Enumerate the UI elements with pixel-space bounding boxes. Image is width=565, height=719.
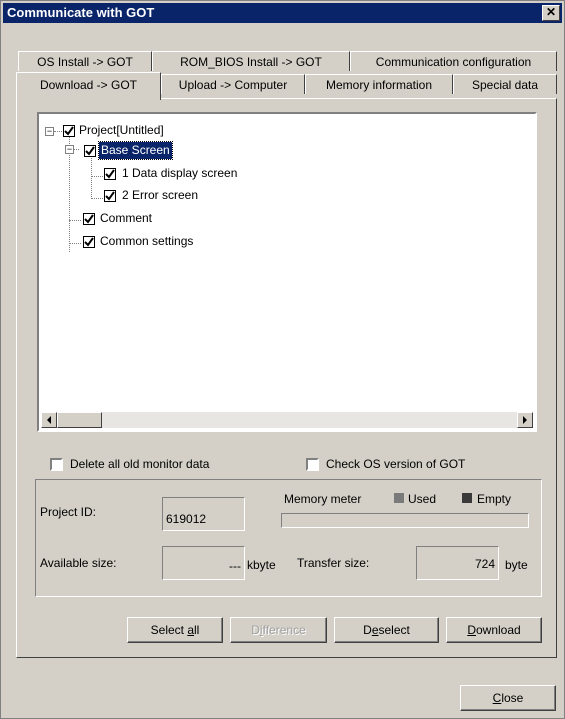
check-os-checkbox[interactable] <box>306 458 319 471</box>
tree-horizontal-scrollbar[interactable] <box>41 412 533 428</box>
available-size-field: --- <box>162 546 245 580</box>
close-window-icon[interactable]: ✕ <box>542 5 560 21</box>
project-id-value: 619012 <box>166 512 207 526</box>
close-button[interactable]: Close <box>460 685 556 711</box>
tab-download-got[interactable]: Download -> GOT <box>16 72 161 100</box>
available-size-value: --- <box>229 559 241 573</box>
close-label-b: lose <box>501 691 524 705</box>
difference-label-a: D <box>251 623 260 637</box>
project-tree[interactable]: − − Project[Untitled] Base Screen 1 Data… <box>37 112 537 432</box>
scroll-thumb[interactable] <box>57 412 102 428</box>
tree-node-label: Common settings <box>100 234 194 248</box>
download-label-b: ownload <box>475 623 521 637</box>
available-size-label: Available size: <box>40 556 117 570</box>
comment-checkbox-icon[interactable] <box>83 213 95 225</box>
project-id-field: 619012 <box>162 497 245 531</box>
select-all-button[interactable]: Select all <box>127 617 223 643</box>
window-title: Communicate with GOT <box>7 5 155 20</box>
transfer-size-label: Transfer size: <box>297 556 370 570</box>
memory-meter-bar <box>281 513 529 528</box>
tree-node-label: 1 Data display screen <box>122 166 238 180</box>
base-screen-checkbox-icon[interactable] <box>84 145 96 157</box>
scroll-right-icon[interactable] <box>517 412 533 428</box>
tab-upload-computer[interactable]: Upload -> Computer <box>161 74 305 94</box>
empty-legend-label: Empty <box>477 492 512 506</box>
delete-old-label: Delete all old monitor data <box>70 457 210 471</box>
tree-node-label: Project[Untitled] <box>79 123 164 137</box>
tab-special-data[interactable]: Special data <box>453 74 557 94</box>
tab-memory-information[interactable]: Memory information <box>305 74 453 94</box>
deselect-label-b: select <box>378 623 410 637</box>
project-collapse-icon[interactable]: − <box>45 127 54 136</box>
deselect-button[interactable]: Deselect <box>334 617 439 643</box>
scroll-left-icon[interactable] <box>41 412 57 428</box>
difference-label-b: fference <box>262 623 306 637</box>
tree-node-label-selected: Base Screen <box>98 141 173 160</box>
data-display-checkbox-icon[interactable] <box>104 168 116 180</box>
difference-button[interactable]: Difference <box>230 617 327 643</box>
available-size-unit: kbyte <box>247 558 276 572</box>
error-screen-checkbox-icon[interactable] <box>104 190 116 202</box>
used-legend-swatch <box>394 493 404 503</box>
base-screen-collapse-icon[interactable]: − <box>65 145 74 154</box>
transfer-size-unit: byte <box>505 558 528 572</box>
memory-meter-label: Memory meter <box>284 492 362 506</box>
select-all-label-b: ll <box>194 623 200 637</box>
tree-node-label: Comment <box>100 211 153 225</box>
tab-communication-configuration[interactable]: Communication configuration <box>350 51 557 71</box>
download-label-key: D <box>467 623 476 637</box>
download-button[interactable]: Download <box>446 617 542 643</box>
delete-old-checkbox[interactable] <box>50 458 63 471</box>
tab-os-install[interactable]: OS Install -> GOT <box>18 51 152 71</box>
tab-rom-bios-install[interactable]: ROM_BIOS Install -> GOT <box>152 51 350 71</box>
transfer-size-value: 724 <box>474 557 495 571</box>
deselect-label-a: D <box>363 623 372 637</box>
select-all-label-a: Select <box>150 623 188 637</box>
tree-node-label: 2 Error screen <box>122 188 199 202</box>
project-id-label: Project ID: <box>40 505 97 519</box>
deselect-label-key: e <box>371 623 379 637</box>
empty-legend-swatch <box>462 493 472 503</box>
select-all-label-key: a <box>187 623 195 637</box>
check-os-label: Check OS version of GOT <box>326 457 466 471</box>
used-legend-label: Used <box>408 492 437 506</box>
common-settings-checkbox-icon[interactable] <box>83 236 95 248</box>
title-bar: Communicate with GOT ✕ <box>3 3 562 23</box>
transfer-size-field: 724 <box>416 546 499 580</box>
project-checkbox-icon[interactable] <box>63 125 75 137</box>
